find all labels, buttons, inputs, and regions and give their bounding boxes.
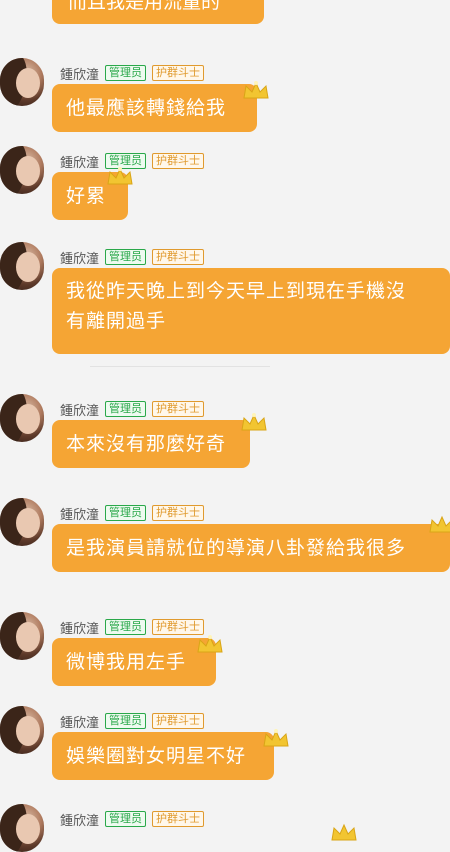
sender-name[interactable]: 鍾欣潼 xyxy=(60,248,99,267)
admin-badge: 管理员 xyxy=(105,713,147,729)
avatar[interactable] xyxy=(0,146,44,194)
sender-name[interactable]: 鍾欣潼 xyxy=(60,64,99,83)
crown-icon xyxy=(429,515,450,533)
guard-badge: 护群斗士 xyxy=(152,401,205,417)
admin-badge: 管理员 xyxy=(105,65,147,81)
sender-name[interactable]: 鍾欣潼 xyxy=(60,618,99,637)
message-bubble[interactable]: 本來沒有那麼好奇 xyxy=(52,420,250,468)
crown-icon xyxy=(107,167,133,185)
crown-icon xyxy=(241,413,267,431)
guard-badge: 护群斗士 xyxy=(152,65,205,81)
crown-icon xyxy=(243,81,269,99)
message-bubble[interactable]: 我從昨天晚上到今天早上到現在手機沒 有離開過手 xyxy=(52,268,450,354)
sender-name[interactable]: 鍾欣潼 xyxy=(60,810,99,829)
sender-name[interactable]: 鍾欣潼 xyxy=(60,152,99,171)
guard-badge: 护群斗士 xyxy=(152,619,205,635)
message-bubble[interactable]: 是我演員請就位的導演八卦發給我很多 xyxy=(52,524,450,572)
sender-name[interactable]: 鍾欣潼 xyxy=(60,712,99,731)
message-bubble[interactable]: 微博我用左手 xyxy=(52,638,216,686)
admin-badge: 管理员 xyxy=(105,505,147,521)
crown-icon xyxy=(197,635,223,653)
divider xyxy=(90,366,270,367)
avatar[interactable] xyxy=(0,612,44,660)
avatar[interactable] xyxy=(0,58,44,106)
message-line: 我從昨天晚上到今天早上到現在手機沒 xyxy=(66,280,407,302)
avatar[interactable] xyxy=(0,242,44,290)
message-line: 有離開過手 xyxy=(66,310,167,332)
guard-badge: 护群斗士 xyxy=(152,505,205,521)
guard-badge: 护群斗士 xyxy=(152,153,205,169)
message-bubble-partial[interactable]: 而且我是用流量的 xyxy=(52,0,264,24)
admin-badge: 管理员 xyxy=(105,619,147,635)
avatar[interactable] xyxy=(0,804,44,852)
avatar[interactable] xyxy=(0,394,44,442)
crown-icon xyxy=(263,729,289,747)
crown-icon xyxy=(331,823,357,841)
chat-thread[interactable]: 而且我是用流量的 鍾欣潼 管理员 护群斗士 他最應該轉錢給我 鍾欣潼 管理员 护… xyxy=(0,0,450,852)
message-bubble[interactable]: 他最應該轉錢給我 xyxy=(52,84,257,132)
guard-badge: 护群斗士 xyxy=(152,811,205,827)
admin-badge: 管理员 xyxy=(105,249,147,265)
avatar[interactable] xyxy=(0,706,44,754)
guard-badge: 护群斗士 xyxy=(152,249,205,265)
admin-badge: 管理员 xyxy=(105,811,147,827)
guard-badge: 护群斗士 xyxy=(152,713,205,729)
avatar[interactable] xyxy=(0,498,44,546)
message-bubble[interactable]: 娛樂圈對女明星不好 xyxy=(52,732,274,780)
admin-badge: 管理员 xyxy=(105,401,147,417)
sender-name[interactable]: 鍾欣潼 xyxy=(60,400,99,419)
sender-name[interactable]: 鍾欣潼 xyxy=(60,504,99,523)
